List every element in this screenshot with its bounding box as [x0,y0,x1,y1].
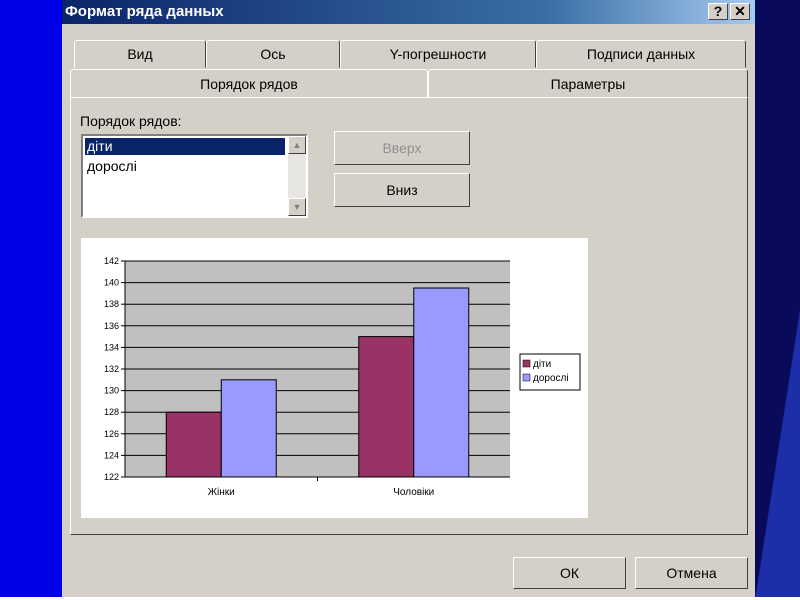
bar [358,336,415,478]
format-series-dialog: Формат ряда данных ? ✕ Вид Ось Y-погрешн… [62,0,755,597]
tab-options[interactable]: Параметры [428,69,748,98]
legend-label: діти [533,359,551,370]
y-tick-label: 134 [104,342,119,352]
chart-preview: 122 124 126 128 130 132 134 136 138 140 142 Жінки Чо… [81,238,588,518]
bar [165,411,222,478]
move-down-button[interactable]: Вниз [334,173,470,207]
desktop-background-shape [755,310,800,600]
bar [413,287,470,478]
y-tick-label: 138 [104,299,119,309]
y-tick-label: 136 [104,321,119,331]
y-tick-label: 126 [104,429,119,439]
list-item-adults[interactable]: дорослі [85,158,285,175]
chart-svg: 122 124 126 128 130 132 134 136 138 140 142 Жінки Чо… [104,256,581,498]
y-tick-label: 128 [104,407,119,417]
y-tick-label: 124 [104,450,119,460]
list-item-children[interactable]: діти [85,138,285,155]
arrow-up-icon[interactable]: ▲ [288,136,306,154]
series-order-list[interactable]: діти дорослі ▲ ▼ [81,134,308,218]
y-tick-label: 140 [104,278,119,288]
list-scrollbar[interactable]: ▲ ▼ [288,136,306,216]
tab-axis[interactable]: Ось [206,40,340,68]
legend-swatch [522,359,531,368]
bar [220,379,277,478]
arrow-down-icon[interactable]: ▼ [288,198,306,216]
series-order-label: Порядок рядов: [80,113,182,129]
title-bar[interactable]: Формат ряда данных ? ✕ [62,0,755,24]
tab-view[interactable]: Вид [74,40,206,68]
tab-data-labels[interactable]: Подписи данных [536,40,746,68]
window-title: Формат ряда данных [65,3,224,20]
y-tick-label: 142 [104,256,119,266]
y-tick-label: 122 [104,472,119,482]
move-up-button[interactable]: Вверх [334,131,470,165]
ok-button[interactable]: ОК [513,557,626,589]
legend-swatch [522,373,531,382]
tab-series-order[interactable]: Порядок рядов [70,69,428,98]
x-category-label: Чоловіки [393,487,434,498]
close-button[interactable]: ✕ [730,3,750,20]
y-tick-label: 132 [104,364,119,374]
x-category-label: Жінки [208,487,235,498]
cancel-button[interactable]: Отмена [635,557,748,589]
tab-y-error-bars[interactable]: Y-погрешности [340,40,536,68]
legend-label: дорослі [533,373,569,384]
help-button[interactable]: ? [708,3,728,20]
y-tick-label: 130 [104,386,119,396]
